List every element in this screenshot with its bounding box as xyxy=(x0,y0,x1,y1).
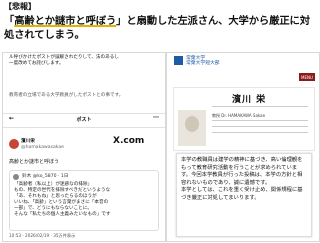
quoted-text: 「高齢者（私以上）が迷惑なの排除」 もの、特定の世代を排除すべきだというような … xyxy=(14,182,111,217)
report-tag: 【悲報】 xyxy=(4,2,36,11)
university-page-screenshot: 常葉大学 常葉大学短大部 MENU 濱川 栄 教授 Dr. HAMAKAWA S… xyxy=(166,52,320,242)
divider xyxy=(212,120,308,121)
menu-button[interactable]: MENU xyxy=(299,73,315,81)
post-header-bar: ← ポスト ⋯ xyxy=(3,114,165,126)
divider xyxy=(212,132,308,133)
post-apology-text: ル呼びかけたポストが誤解されたりして、法のあるし 一度改めてお詫びします。 xyxy=(9,55,119,66)
headline-highlight: 高齢とか謎市と呼ぼう xyxy=(14,15,117,27)
divider xyxy=(212,106,308,107)
divider xyxy=(3,127,165,128)
quoted-user: 鈴木 @ko_5870 · 1日 xyxy=(22,174,69,179)
university-name: 常葉大学 常葉大学短大部 xyxy=(186,56,220,66)
faculty-name: 濱川 栄 xyxy=(232,95,267,105)
x-logo: X.com xyxy=(113,136,145,146)
divider xyxy=(212,126,308,127)
headline: 「高齢とか謎市と呼ぼう」と扇動した左派さん、大学から厳正に対処されてしまう。 xyxy=(4,14,316,42)
university-logo-icon xyxy=(174,56,183,65)
post-header-title: ポスト xyxy=(76,117,92,123)
university-statement: 本学の教職員は建学の精神に基づき、高い倫理観をもって教育研究活動を行うことが求め… xyxy=(176,153,312,237)
statement-paragraph: 本学の教職員は建学の精神に基づき、高い倫理観をもって教育研究活動を行うことが求め… xyxy=(181,157,303,186)
statement-paragraph: 本学としては、これを重く受け止め、関係規程に基づき厳正に対処してまいります。 xyxy=(181,187,303,201)
headline-open: 「 xyxy=(4,15,15,27)
quoted-avatar xyxy=(13,174,19,180)
avatar[interactable] xyxy=(9,139,19,149)
back-icon[interactable]: ← xyxy=(9,116,14,122)
post-text: 高齢とか謎市と呼ぼう xyxy=(9,159,60,165)
faculty-photo xyxy=(178,110,206,146)
post-context-text: 教育者の立場である大学教員がしたポストとの事です。 xyxy=(9,93,124,98)
post-meta: 10:53 · 2026/02/19 · 35万件表示 xyxy=(9,233,76,238)
faculty-title: 教授 Dr. HAMAKAWA Sakae xyxy=(212,113,266,118)
more-icon[interactable]: ⋯ xyxy=(153,115,159,121)
quoted-post[interactable]: 鈴木 @ko_5870 · 1日 「高齢者（私以上）が迷惑なの排除」 もの、特定… xyxy=(9,170,159,231)
post-user-handle[interactable]: @hamakawasakae xyxy=(21,145,64,151)
faculty-profile: 濱川 栄 教授 Dr. HAMAKAWA Sakae xyxy=(173,87,315,151)
social-post-screenshot: ル呼びかけたポストが誤解されたりして、法のあるし 一度改めてお詫びします。 教育… xyxy=(2,52,166,242)
